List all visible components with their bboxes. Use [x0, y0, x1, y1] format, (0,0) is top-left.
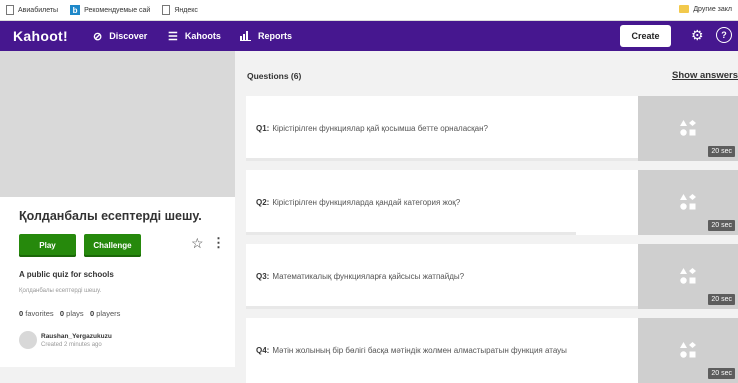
question-thumbnail: 20 sec — [638, 244, 738, 309]
nav-reports-label: Reports — [258, 31, 293, 41]
question-label: Кірістірілген функцияларда қандай катего… — [272, 197, 461, 207]
time-limit-badge: 20 sec — [708, 368, 735, 379]
question-label: Кірістірілген функциялар қай қосымша бет… — [272, 123, 488, 133]
question-label: Мәтін жолының бір бөлігі басқа мәтіндік … — [272, 345, 567, 355]
question-label: Математикалық функцияларға қайсысы жатпа… — [272, 271, 465, 281]
bookmark-label: Авиабилеты — [18, 6, 59, 14]
play-button[interactable]: Play — [19, 234, 76, 257]
nav-reports[interactable]: Reports — [240, 31, 292, 41]
question-thumbnail: 20 sec — [638, 170, 738, 235]
cover-image — [0, 51, 235, 197]
bookmark-label: Яндекс — [174, 6, 198, 14]
bookmark-label: Рекомендуемые сай — [84, 6, 151, 14]
answer-shapes-icon — [680, 268, 696, 284]
nav-discover[interactable]: ⊘ Discover — [93, 30, 147, 43]
gear-icon[interactable]: ⚙ — [691, 27, 704, 44]
page-icon — [6, 5, 14, 15]
page-icon — [162, 5, 171, 15]
list-icon: ☰ — [168, 30, 178, 43]
question-text: Q3: Математикалық функцияларға қайсысы жа… — [256, 244, 628, 309]
bookmark-item[interactable]: Авиабилеты — [6, 5, 58, 15]
created-time: Created 2 minutes ago — [41, 342, 102, 348]
card-divider — [246, 306, 638, 309]
help-icon[interactable]: ? — [716, 27, 732, 43]
question-number: Q2: — [256, 197, 270, 207]
answer-shapes-icon — [680, 342, 696, 358]
nav-kahoots-label: Kahoots — [184, 31, 221, 41]
question-card[interactable]: Q4: Мәтін жолының бір бөлігі басқа мәтінд… — [246, 318, 738, 383]
bar-chart-icon — [240, 31, 251, 41]
favorites-count: 0 — [19, 309, 24, 318]
players-label: players — [96, 309, 121, 318]
other-bookmarks[interactable]: Другие закл — [679, 5, 732, 13]
avatar[interactable] — [19, 331, 37, 349]
create-button[interactable]: Create — [620, 25, 671, 47]
question-text: Q2: Кірістірілген функцияларда қандай кат… — [256, 170, 628, 235]
nav-kahoots[interactable]: ☰ Kahoots — [168, 30, 221, 43]
question-thumbnail: 20 sec — [638, 96, 738, 161]
questions-header: Questions (6) — [247, 71, 302, 81]
card-divider — [246, 158, 638, 161]
show-answers-button[interactable]: Show answers — [672, 70, 738, 81]
compass-icon: ⊘ — [93, 30, 103, 43]
time-limit-badge: 20 sec — [708, 220, 735, 231]
quiz-stats: 0 favorites 0 plays 0 players — [19, 309, 120, 318]
question-card[interactable]: Q1: Кірістірілген функциялар қай қосымша … — [246, 96, 738, 161]
quiz-description: Қолданбалы есептерді шешу. — [19, 288, 102, 294]
question-card[interactable]: Q2: Кірістірілген функцияларда қандай кат… — [246, 170, 738, 235]
kahoot-logo[interactable]: Kahoot! — [13, 28, 68, 44]
question-number: Q4: — [256, 345, 270, 355]
quiz-title: Қолданбалы есептерді шешу. — [19, 209, 202, 223]
favorites-label: favorites — [25, 309, 54, 318]
bing-icon: b — [70, 5, 81, 15]
bookmarks-bar: Авиабилеты b Рекомендуемые сай Яндекс Др… — [0, 0, 738, 21]
nav-discover-label: Discover — [109, 31, 148, 41]
time-limit-badge: 20 sec — [708, 146, 735, 157]
question-number: Q3: — [256, 271, 270, 281]
plays-label: plays — [66, 309, 84, 318]
question-number: Q1: — [256, 123, 270, 133]
bookmark-item[interactable]: b Рекомендуемые сай — [70, 5, 150, 15]
challenge-button[interactable]: Challenge — [84, 234, 141, 257]
question-thumbnail: 20 sec — [638, 318, 738, 383]
question-card[interactable]: Q3: Математикалық функцияларға қайсысы жа… — [246, 244, 738, 309]
time-limit-badge: 20 sec — [708, 294, 735, 305]
folder-icon — [679, 5, 690, 13]
author-name[interactable]: Raushan_Yergazukuzu — [41, 333, 112, 340]
other-bookmarks-label: Другие закл — [693, 5, 732, 13]
more-options-icon[interactable]: ⋮ — [212, 235, 225, 251]
answer-shapes-icon — [680, 120, 696, 136]
question-text: Q4: Мәтін жолының бір бөлігі басқа мәтінд… — [256, 318, 628, 383]
card-divider — [246, 232, 576, 235]
question-text: Q1: Кірістірілген функциялар қай қосымша … — [256, 96, 628, 161]
quiz-panel: Қолданбалы есептерді шешу. Play Challeng… — [0, 51, 235, 367]
plays-count: 0 — [59, 309, 65, 318]
answer-shapes-icon — [680, 194, 696, 210]
top-nav: Kahoot! ⊘ Discover ☰ Kahoots Reports Cre… — [0, 21, 738, 51]
favorite-star-icon[interactable]: ☆ — [191, 235, 204, 252]
visibility-label: A public quiz for schools — [19, 270, 114, 279]
bookmark-item[interactable]: Яндекс — [162, 5, 198, 15]
players-count: 0 — [89, 309, 95, 318]
